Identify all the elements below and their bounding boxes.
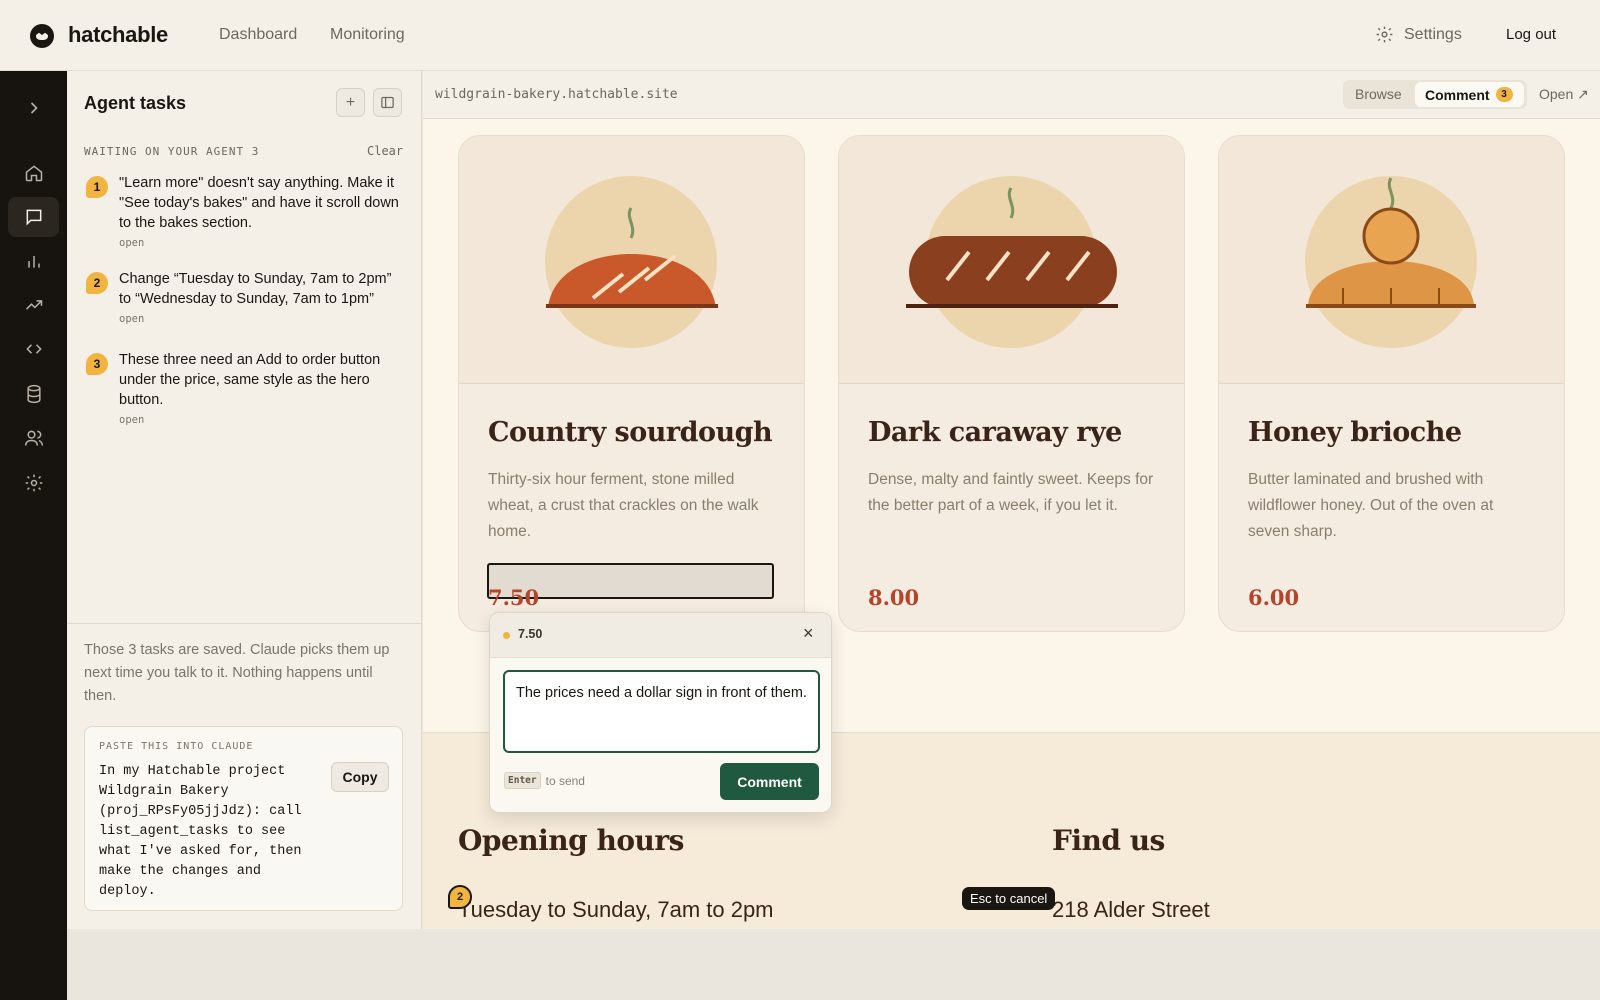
mode-switch: Browse Comment 3 [1343, 80, 1527, 109]
find-us-title: Find us [1052, 824, 1165, 857]
product-price[interactable]: 8.00 [868, 585, 919, 610]
status-dot-icon [503, 632, 510, 639]
left-rail [0, 71, 67, 1000]
copy-button[interactable]: Copy [331, 762, 389, 792]
divider [67, 623, 421, 624]
users-icon [24, 430, 43, 446]
rail-database[interactable] [8, 374, 59, 414]
comment-target-label: 7.50 [518, 627, 543, 641]
bar-chart-icon [27, 256, 40, 268]
task-text: "Learn more" doesn't say anything. Make … [119, 175, 399, 231]
task-number-badge: 3 [86, 353, 108, 375]
sidebar-toggle-icon [381, 96, 394, 109]
brand-name[interactable]: hatchable [68, 22, 168, 48]
hatchable-logo-icon[interactable] [30, 24, 54, 48]
product-card[interactable]: Honey brioche Butter laminated and brush… [1218, 135, 1565, 632]
product-price[interactable]: 6.00 [1248, 585, 1299, 610]
comment-popover: 7.50 × The prices need a dollar sign in … [489, 612, 832, 813]
code-icon [25, 344, 42, 354]
task-number-badge: 1 [86, 176, 108, 198]
toggle-panel-button[interactable] [373, 88, 402, 117]
preview-toolbar: wildgrain-bakery.hatchable.site Browse C… [423, 71, 1600, 119]
paste-label: PASTE THIS INTO CLAUDE [99, 741, 254, 752]
send-hint-text: to send [545, 773, 585, 788]
task-status: open [119, 237, 145, 249]
product-image [1219, 136, 1564, 384]
product-description: Thirty-six hour ferment, stone milled wh… [488, 471, 759, 540]
nav-dashboard[interactable]: Dashboard [219, 26, 297, 44]
product-description: Dense, malty and faintly sweet. Keeps fo… [868, 471, 1154, 514]
send-hint: Enter to send [504, 772, 585, 789]
gear-icon [1376, 26, 1393, 43]
comment-count-badge: 3 [1495, 87, 1513, 102]
top-bar: hatchable Dashboard Monitoring Settings … [0, 0, 1600, 71]
trending-icon [25, 300, 42, 310]
rail-comments[interactable] [8, 197, 59, 237]
product-image [839, 136, 1184, 384]
expand-rail-button[interactable] [8, 88, 59, 128]
task-status: open [119, 313, 145, 325]
sourdough-illustration [545, 176, 718, 348]
gear-icon [25, 474, 42, 492]
panel-bottom-fill [67, 929, 423, 1000]
settings-label: Settings [1404, 25, 1462, 43]
paste-prompt-text[interactable]: In my Hatchable project Wildgrain Bakery… [99, 762, 319, 902]
agent-tasks-panel: Agent tasks + WAITING ON YOUR AGENT 3 Cl… [67, 71, 422, 929]
popover-header: 7.50 × [490, 613, 831, 658]
rye-illustration [906, 176, 1118, 348]
opening-hours-text[interactable]: Tuesday to Sunday, 7am to 2pm [458, 897, 774, 923]
task-number-badge: 2 [86, 272, 108, 294]
enter-key-hint: Enter [504, 772, 541, 789]
database-icon [26, 384, 41, 404]
plus-icon: + [345, 93, 356, 111]
product-image [459, 136, 804, 384]
comment-pin-2[interactable]: 2 [448, 885, 472, 909]
product-name: Country sourdough [488, 417, 773, 448]
opening-hours-title: Opening hours [458, 824, 684, 857]
saved-note: Those 3 tasks are saved. Claude picks th… [84, 642, 390, 704]
waiting-label: WAITING ON YOUR AGENT 3 [84, 145, 260, 158]
clear-button[interactable]: Clear [367, 144, 403, 158]
comment-mode-button[interactable]: Comment 3 [1415, 82, 1524, 107]
site-url: wildgrain-bakery.hatchable.site [435, 87, 678, 102]
product-card[interactable]: Dark caraway rye Dense, malty and faintl… [838, 135, 1185, 632]
product-card[interactable]: Country sourdough Thirty-six hour fermen… [458, 135, 805, 632]
product-description: Butter laminated and brushed with wildfl… [1248, 471, 1494, 540]
browse-mode-button[interactable]: Browse [1355, 86, 1402, 102]
rail-home[interactable] [8, 153, 59, 193]
panel-title: Agent tasks [84, 93, 187, 113]
product-name: Honey brioche [1248, 417, 1462, 448]
rail-code[interactable] [8, 329, 59, 369]
esc-hint-chip: Esc to cancel [962, 887, 1056, 910]
open-site-link[interactable]: Open ↗ [1539, 86, 1589, 103]
product-price[interactable]: 7.50 [488, 585, 539, 610]
rail-users[interactable] [8, 418, 59, 458]
rail-trends[interactable] [8, 285, 59, 325]
bottom-fill [423, 929, 1600, 1000]
address-text[interactable]: 218 Alder Street [1052, 897, 1210, 923]
brioche-illustration [1305, 176, 1477, 348]
paste-box: PASTE THIS INTO CLAUDE In my Hatchable p… [84, 726, 403, 911]
rail-analytics[interactable] [8, 241, 59, 281]
nav-monitoring[interactable]: Monitoring [330, 26, 405, 44]
task-text: These three need an Add to order button … [119, 352, 381, 408]
chevron-right-icon [30, 102, 38, 114]
rail-settings[interactable] [8, 463, 59, 503]
home-icon [25, 165, 42, 182]
product-name: Dark caraway rye [868, 417, 1122, 448]
settings-link[interactable]: Settings [1375, 25, 1462, 44]
task-text: Change “Tuesday to Sunday, 7am to 2pm” t… [119, 271, 392, 307]
chat-icon [26, 209, 41, 226]
comment-mode-label: Comment [1425, 86, 1490, 103]
comment-input[interactable]: The prices need a dollar sign in front o… [503, 670, 820, 753]
logout-button[interactable]: Log out [1506, 26, 1556, 43]
add-task-button[interactable]: + [336, 88, 365, 117]
task-status: open [119, 414, 145, 426]
close-icon[interactable]: × [803, 623, 814, 644]
send-comment-button[interactable]: Comment [720, 763, 819, 800]
